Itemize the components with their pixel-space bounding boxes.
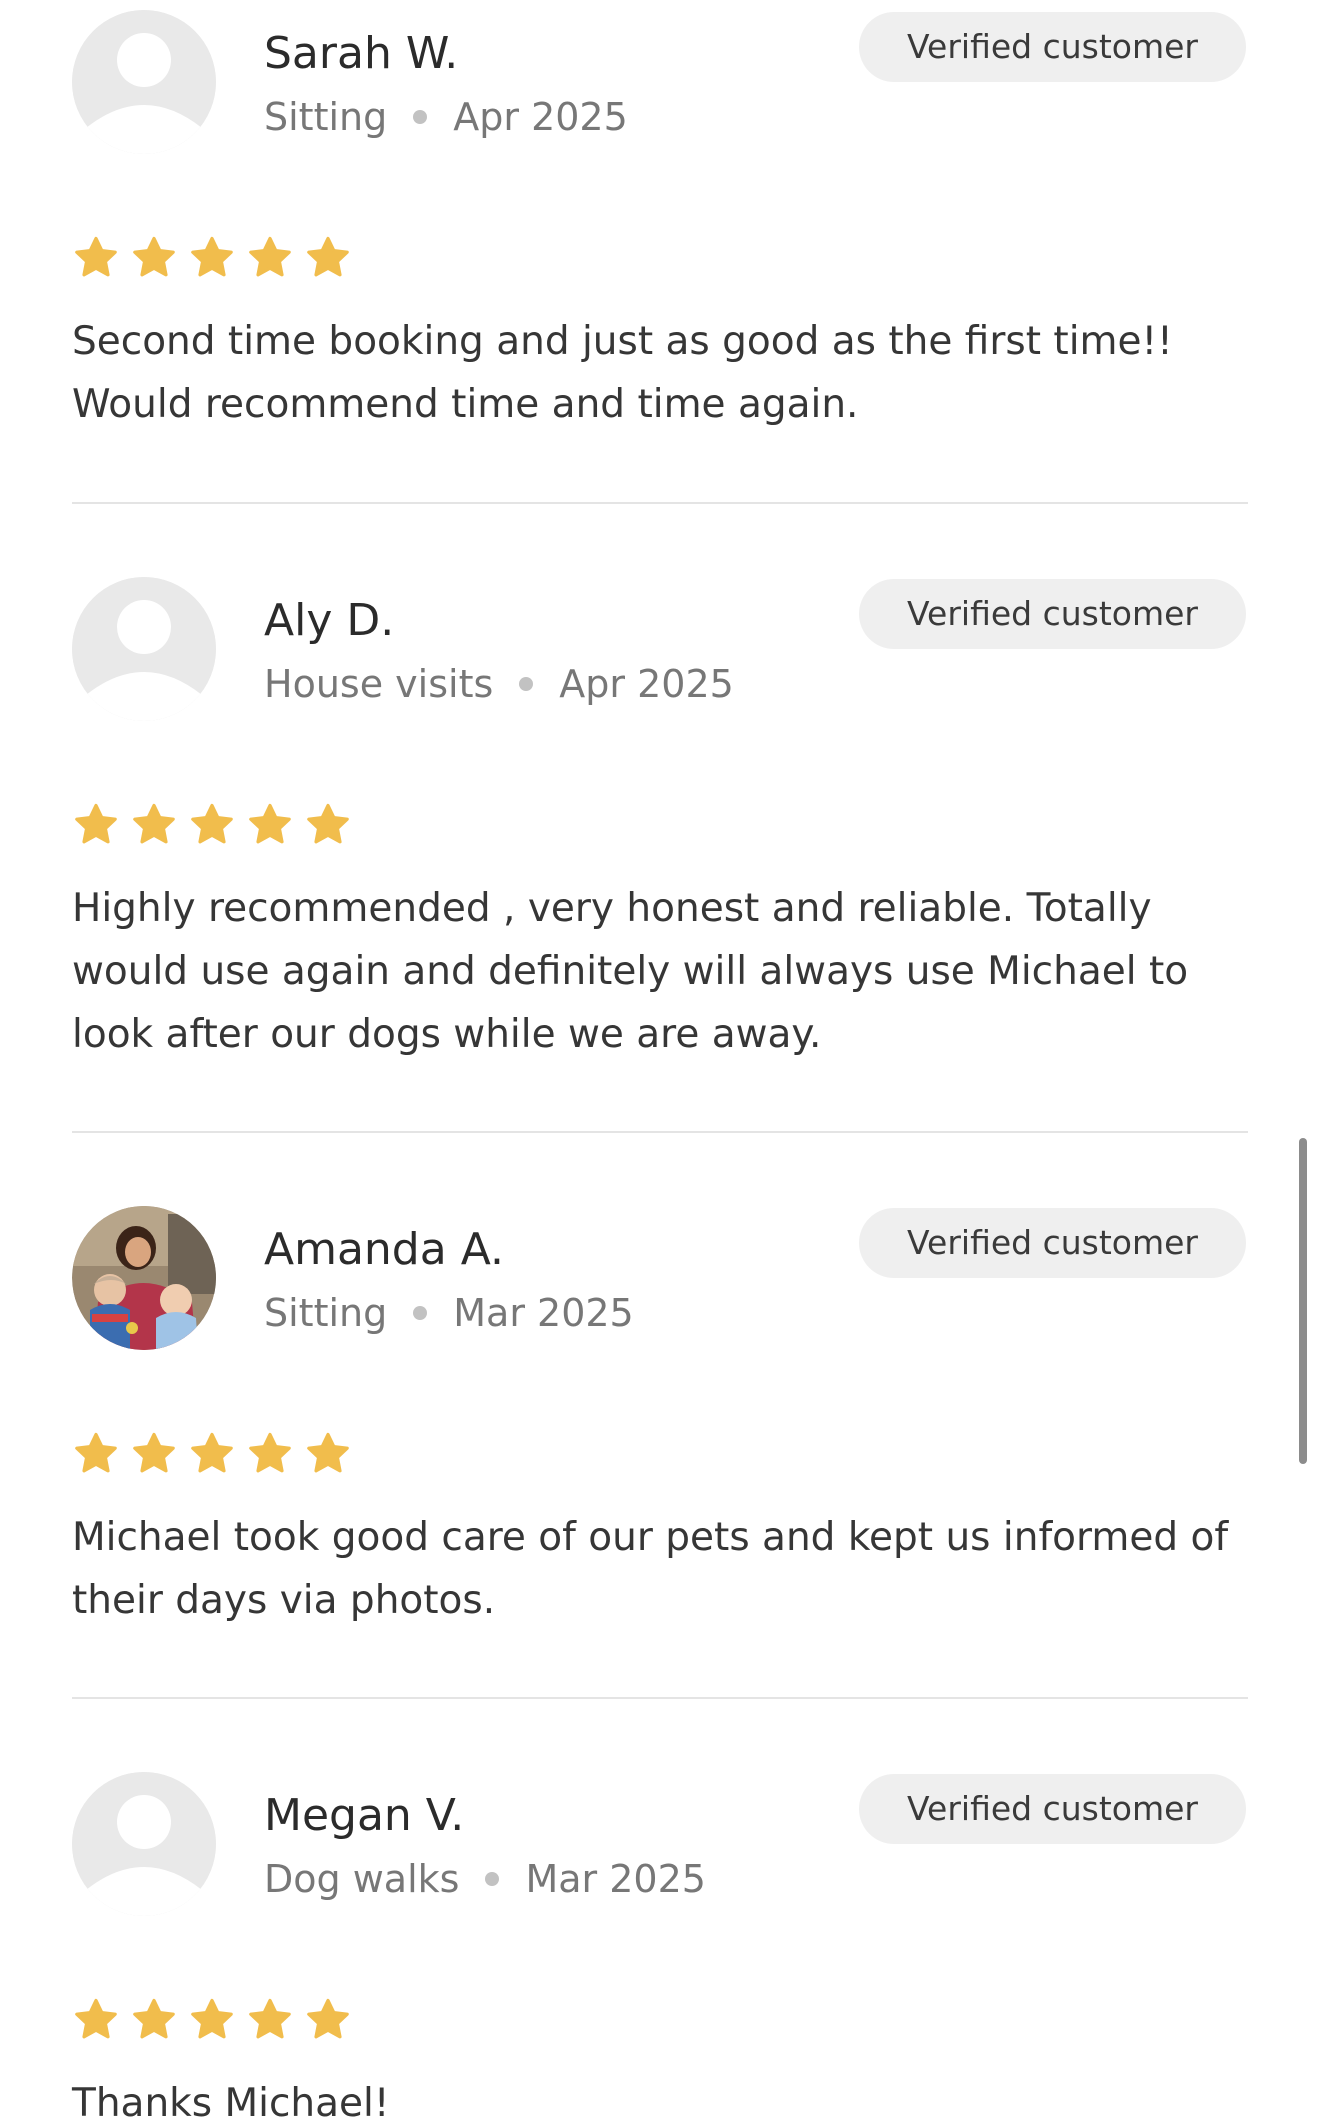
service-type: House visits (264, 662, 494, 706)
star-icon (246, 1996, 294, 2044)
separator-dot (413, 1306, 428, 1320)
reviewer-name: Aly D. (264, 595, 395, 646)
service-type: Sitting (264, 1291, 388, 1335)
separator-dot (413, 110, 428, 124)
star-icon (188, 801, 236, 849)
default-avatar-icon (72, 1772, 216, 1916)
separator-dot (485, 1872, 500, 1886)
star-icon (304, 1430, 352, 1478)
reviewer-name: Megan V. (264, 1790, 465, 1841)
review-date: Mar 2025 (525, 1857, 706, 1901)
star-icon (246, 801, 294, 849)
review-card: Amanda A. Sitting Mar 2025 Verified cust… (72, 1206, 1248, 1623)
separator-dot (519, 677, 534, 691)
divider (72, 502, 1248, 504)
divider (72, 1131, 1248, 1133)
star-icon (130, 801, 178, 849)
service-type: Dog walks (264, 1857, 460, 1901)
star-icon (130, 1996, 178, 2044)
review-card: Sarah W. Sitting Apr 2025 Verified custo… (72, 10, 1248, 427)
star-icon (304, 234, 352, 282)
star-rating (72, 801, 352, 849)
verified-customer-badge: Verified customer (859, 12, 1246, 82)
review-header: Aly D. House visits Apr 2025 Verified cu… (72, 577, 1248, 723)
review-meta: Sitting Apr 2025 (264, 94, 628, 140)
verified-customer-badge: Verified customer (859, 1208, 1246, 1278)
review-text: Thanks Michael! (72, 2081, 390, 2122)
divider (72, 1697, 1248, 1699)
review-header: Sarah W. Sitting Apr 2025 Verified custo… (72, 10, 1248, 156)
scrollbar[interactable] (1299, 1138, 1307, 1464)
reviewer-name: Sarah W. (264, 28, 459, 79)
star-icon (130, 1430, 178, 1478)
star-icon (130, 234, 178, 282)
review-meta: Sitting Mar 2025 (264, 1290, 634, 1336)
star-icon (304, 801, 352, 849)
star-rating (72, 1996, 352, 2044)
star-icon (188, 234, 236, 282)
review-header: Megan V. Dog walks Mar 2025 Verified cus… (72, 1772, 1248, 1918)
verified-customer-badge: Verified customer (859, 579, 1246, 649)
star-icon (246, 234, 294, 282)
star-icon (188, 1996, 236, 2044)
review-meta: House visits Apr 2025 (264, 661, 734, 707)
review-card: Megan V. Dog walks Mar 2025 Verified cus… (72, 1772, 1248, 2122)
verified-customer-badge: Verified customer (859, 1774, 1246, 1844)
star-icon (72, 1996, 120, 2044)
star-icon (304, 1996, 352, 2044)
review-date: Apr 2025 (559, 662, 734, 706)
review-text: Second time booking and just as good as … (72, 319, 1173, 427)
star-rating (72, 234, 352, 282)
review-text: Highly recommended , very honest and rel… (72, 886, 1189, 1057)
star-icon (188, 1430, 236, 1478)
review-date: Mar 2025 (453, 1291, 634, 1335)
star-icon (246, 1430, 294, 1478)
star-icon (72, 234, 120, 282)
star-rating (72, 1430, 352, 1478)
review-header: Amanda A. Sitting Mar 2025 Verified cust… (72, 1206, 1248, 1352)
default-avatar-icon (72, 10, 216, 154)
default-avatar-icon (72, 577, 216, 721)
user-photo (72, 1206, 216, 1350)
review-meta: Dog walks Mar 2025 (264, 1856, 706, 1902)
reviews-page: Sarah W. Sitting Apr 2025 Verified custo… (0, 0, 1320, 2122)
review-text: Michael took good care of our pets and k… (72, 1515, 1229, 1623)
reviewer-name: Amanda A. (264, 1224, 505, 1275)
review-card: Aly D. House visits Apr 2025 Verified cu… (72, 577, 1248, 1057)
star-icon (72, 1430, 120, 1478)
star-icon (72, 801, 120, 849)
review-date: Apr 2025 (453, 95, 628, 139)
service-type: Sitting (264, 95, 388, 139)
